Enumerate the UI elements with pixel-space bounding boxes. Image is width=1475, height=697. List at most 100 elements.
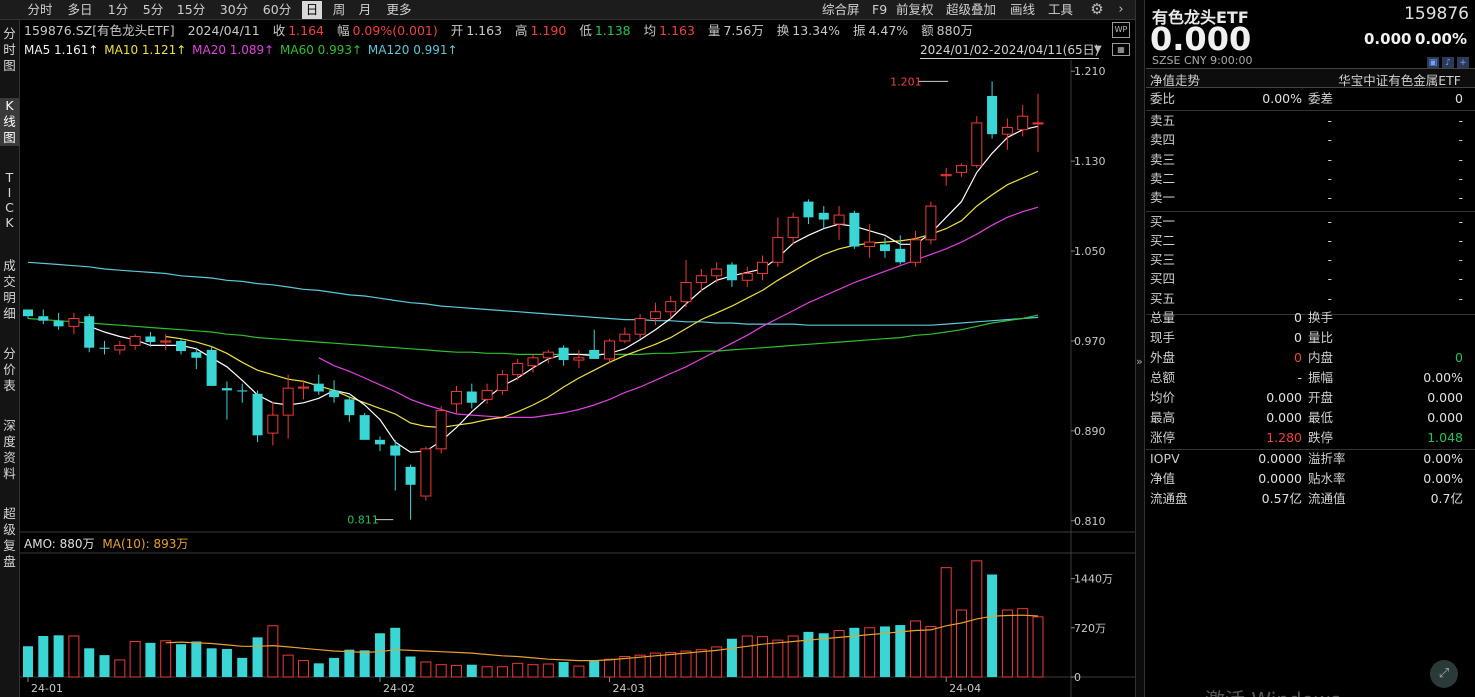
candle-body-up [680,282,692,303]
low-label: 低 [579,23,592,38]
stat-row-1[interactable]: 现手 0 量比 [1146,328,1475,348]
ask-row-1-label: 卖一 [1150,190,1176,206]
fund-row-2[interactable]: 流通盘 0.57亿 流通值 0.7亿 [1146,489,1475,509]
left-tab-4[interactable]: 分价表 [0,346,19,394]
bid-row-4[interactable]: 买四 - - [1146,269,1475,289]
fund-row-0[interactable]: IOPV 0.0000 溢折率 0.00% [1146,449,1475,469]
left-tab-0[interactable]: 分时图 [0,26,19,74]
collapse-arrow-icon[interactable]: » [1136,355,1143,368]
candle-body-down [237,390,248,392]
nav-trend-label[interactable]: 净值走势 [1150,70,1200,89]
volume-bar-down [359,650,370,677]
left-tab-2[interactable]: TICK [0,170,19,230]
tool-button-2[interactable]: 前复权 [896,1,934,19]
period-tab-8[interactable]: 周 [328,1,350,19]
ask-row-4[interactable]: 卖四 - - [1146,130,1475,150]
change-label: 幅 [336,23,350,38]
bid-row-1[interactable]: 买一 - - [1146,212,1475,232]
candle-body-down [726,264,737,281]
period-tab-2[interactable]: 1分 [103,1,133,19]
bid-row-5[interactable]: 买五 - - [1146,289,1475,309]
bid-row-2[interactable]: 买二 - - [1146,231,1475,251]
left-tab-3[interactable]: 成交明细 [0,258,19,322]
date-range[interactable]: 2024/01/02-2024/04/11(65日) [920,42,1100,59]
left-tab-6[interactable]: 超级复盘 [0,506,19,570]
candle-body-up [1032,122,1044,125]
tool-button-4[interactable]: 画线 [1010,1,1035,19]
stat-row-4[interactable]: 均价 0.000 开盘 0.000 [1146,388,1475,408]
volume-bar-down [390,627,401,677]
volume-value: 7.56万 [723,23,764,38]
ask-row-1[interactable]: 卖一 - - [1146,188,1475,208]
volume-bar-down [405,656,416,677]
candle-body-up [955,165,967,173]
bid-row-3-volume: - [1458,252,1463,268]
stat-row-4-d: 0.000 [1427,390,1463,405]
ask-row-3[interactable]: 卖三 - - [1146,150,1475,170]
candle-body-up [711,268,723,277]
windows-watermark: 激活 Windows [1205,684,1341,697]
panel-divider[interactable] [1135,0,1145,697]
bid-row-4-label: 买四 [1150,271,1176,287]
period-tab-9[interactable]: 月 [354,1,376,19]
volume-bar-up [114,659,126,678]
order-ratio-row-a: 委比 [1150,91,1176,106]
period-tab-7[interactable]: 日 [302,1,322,19]
triangle-down-icon[interactable]: ▼ [1094,44,1102,55]
stat-row-0[interactable]: 总量 0 换手 [1146,308,1475,328]
settings-gear-icon[interactable]: ⚙ [1088,1,1106,19]
bid-row-5-volume: - [1458,290,1463,306]
fund-row-2-c: 流通值 [1308,491,1346,506]
volume-bar-down [466,664,477,677]
period-tab-10[interactable]: 更多 [382,1,416,19]
candle-body-down [390,445,401,456]
stat-row-2-c: 内盘 [1308,350,1334,365]
bid-row-3[interactable]: 买三 - - [1146,250,1475,270]
expand-icon[interactable]: ⤢ [1430,660,1458,688]
nav-row[interactable]: 净值走势 华宝中证有色金属ETF [1146,68,1475,88]
period-tab-5[interactable]: 30分 [216,1,252,19]
period-toolbar: 分时 多日 1分 5分 15分 30分 60分日周月更多 综合屏 F9 前复权 超级叠加 画线 工具 … [0,0,1135,20]
volume-bar-down [895,625,906,677]
volume-bar-up [680,650,692,678]
tool-button-3[interactable]: 超级叠加 [946,1,996,19]
left-tab-char: K [5,215,14,230]
tool-button-5[interactable]: 工具 [1048,1,1073,19]
fund-row-2-d: 0.7亿 [1430,491,1463,506]
stat-row-5[interactable]: 最高 0.000 最低 0.000 [1146,408,1475,428]
fund-row-1[interactable]: 净值 0.0000 贴水率 0.00% [1146,469,1475,489]
period-tab-3[interactable]: 5分 [138,1,168,19]
volume-bar-up [527,664,539,678]
period-tab-1[interactable]: 多日 [62,1,98,19]
period-tab-4[interactable]: 15分 [172,1,210,19]
left-tab-5[interactable]: 深度资料 [0,418,19,482]
period-tab-6[interactable]: 60分 [258,1,296,19]
ask-row-2-price: - [1327,170,1332,186]
ma20-legend: MA20 1.089↑ [192,43,275,57]
stat-row-1-c: 量比 [1308,330,1334,345]
stat-row-6[interactable]: 涨停 1.280 跌停 1.048 [1146,428,1475,448]
kline-chart[interactable]: 1.210 1.130 1.050 0.970 0.890 0.810 1440万 720万 0… [20,60,1135,697]
close-label: 收 [272,23,286,38]
tool-button-1[interactable]: F9 [872,1,887,19]
order-ratio-row[interactable]: 委比 0.00% 委差 0 [1146,89,1475,109]
stat-row-3[interactable]: 总额 - 振幅 0.00% [1146,368,1475,388]
ask-row-5[interactable]: 卖五 - - [1146,111,1475,131]
quote-panel: 有色龙头ETF 159876 0.000 0.000 0.00% SZSE CN… [1146,0,1475,697]
bid-row-4-volume: - [1458,271,1463,287]
tracking-index-label: 华宝中证有色金属ETF [1338,73,1461,88]
period-tab-0[interactable]: 分时 [22,1,58,19]
wp-icon[interactable]: WP [1112,22,1130,38]
left-tab-1[interactable]: K线图 [0,98,19,146]
tool-button-0[interactable]: 综合屏 [822,1,860,19]
y-tick-label: 0.890 [1074,425,1106,438]
ask-row-2[interactable]: 卖二 - - [1146,169,1475,189]
stat-row-2[interactable]: 外盘 0 内盘 0 [1146,348,1475,368]
candle-body-down [374,439,385,445]
grid-icon[interactable]: ▦ [1112,43,1130,56]
chevron-right-icon[interactable]: › [1114,1,1128,19]
panel-icons: ▣ ♪ + [1424,54,1469,69]
stat-row-5-a: 最高 [1150,410,1176,425]
volume-bar-up [1032,616,1044,678]
candle-body-up [971,122,983,167]
